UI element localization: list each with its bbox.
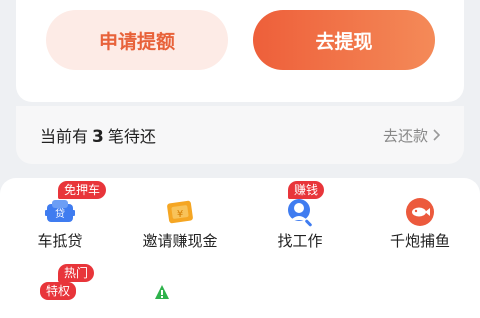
menu-item-find-job[interactable]: 赚钱 找工作 xyxy=(240,178,360,258)
menu-label-find-job: 找工作 xyxy=(277,232,323,250)
menu-item-privilege[interactable]: 热门 特权 xyxy=(0,258,120,318)
menu-item-car-loan[interactable]: 贷 免押车 车抵贷 xyxy=(0,178,120,258)
go-repay-label: 去还款 xyxy=(382,126,428,145)
repay-bar[interactable]: 当前有 3 笔待还 去还款 xyxy=(16,106,464,164)
chevron-right-icon xyxy=(433,129,440,141)
repay-prefix: 当前有 xyxy=(40,127,89,146)
service-menu: 贷 免押车 车抵贷 ¥ 邀请赚现金 赚钱 找工作 千炮捕鱼 热门 特权 xyxy=(0,178,480,318)
go-repay-link[interactable]: 去还款 xyxy=(383,125,440,146)
badge-privilege: 特权 xyxy=(40,282,77,300)
menu-item-fishing-game[interactable]: 千炮捕鱼 xyxy=(360,178,480,258)
svg-text:¥: ¥ xyxy=(177,209,183,220)
car-loan-icon: 贷 xyxy=(45,200,75,222)
fishing-game-icon xyxy=(406,198,434,226)
badge-hot: 热门 xyxy=(58,264,95,282)
menu-item-invite-cash[interactable]: ¥ 邀请赚现金 xyxy=(120,178,240,258)
apply-limit-button[interactable]: 申请提额 xyxy=(46,10,228,70)
menu-label-invite-cash: 邀请赚现金 xyxy=(142,232,218,250)
repay-suffix: 笔待还 xyxy=(107,127,156,146)
withdraw-button[interactable]: 去提现 xyxy=(253,10,435,70)
alert-icon xyxy=(155,285,169,299)
repay-status: 当前有 3 笔待还 xyxy=(40,123,156,147)
badge-earn: 赚钱 xyxy=(288,181,325,199)
svg-text:贷: 贷 xyxy=(55,207,65,220)
invite-cash-icon: ¥ xyxy=(167,200,193,224)
find-job-icon xyxy=(288,199,312,227)
repay-count: 3 xyxy=(92,127,104,147)
badge-free-deposit: 免押车 xyxy=(58,181,107,199)
menu-label-fishing-game: 千炮捕鱼 xyxy=(389,232,450,250)
menu-item-second-row-2[interactable] xyxy=(120,258,240,318)
menu-label-car-loan: 车抵贷 xyxy=(37,232,83,250)
